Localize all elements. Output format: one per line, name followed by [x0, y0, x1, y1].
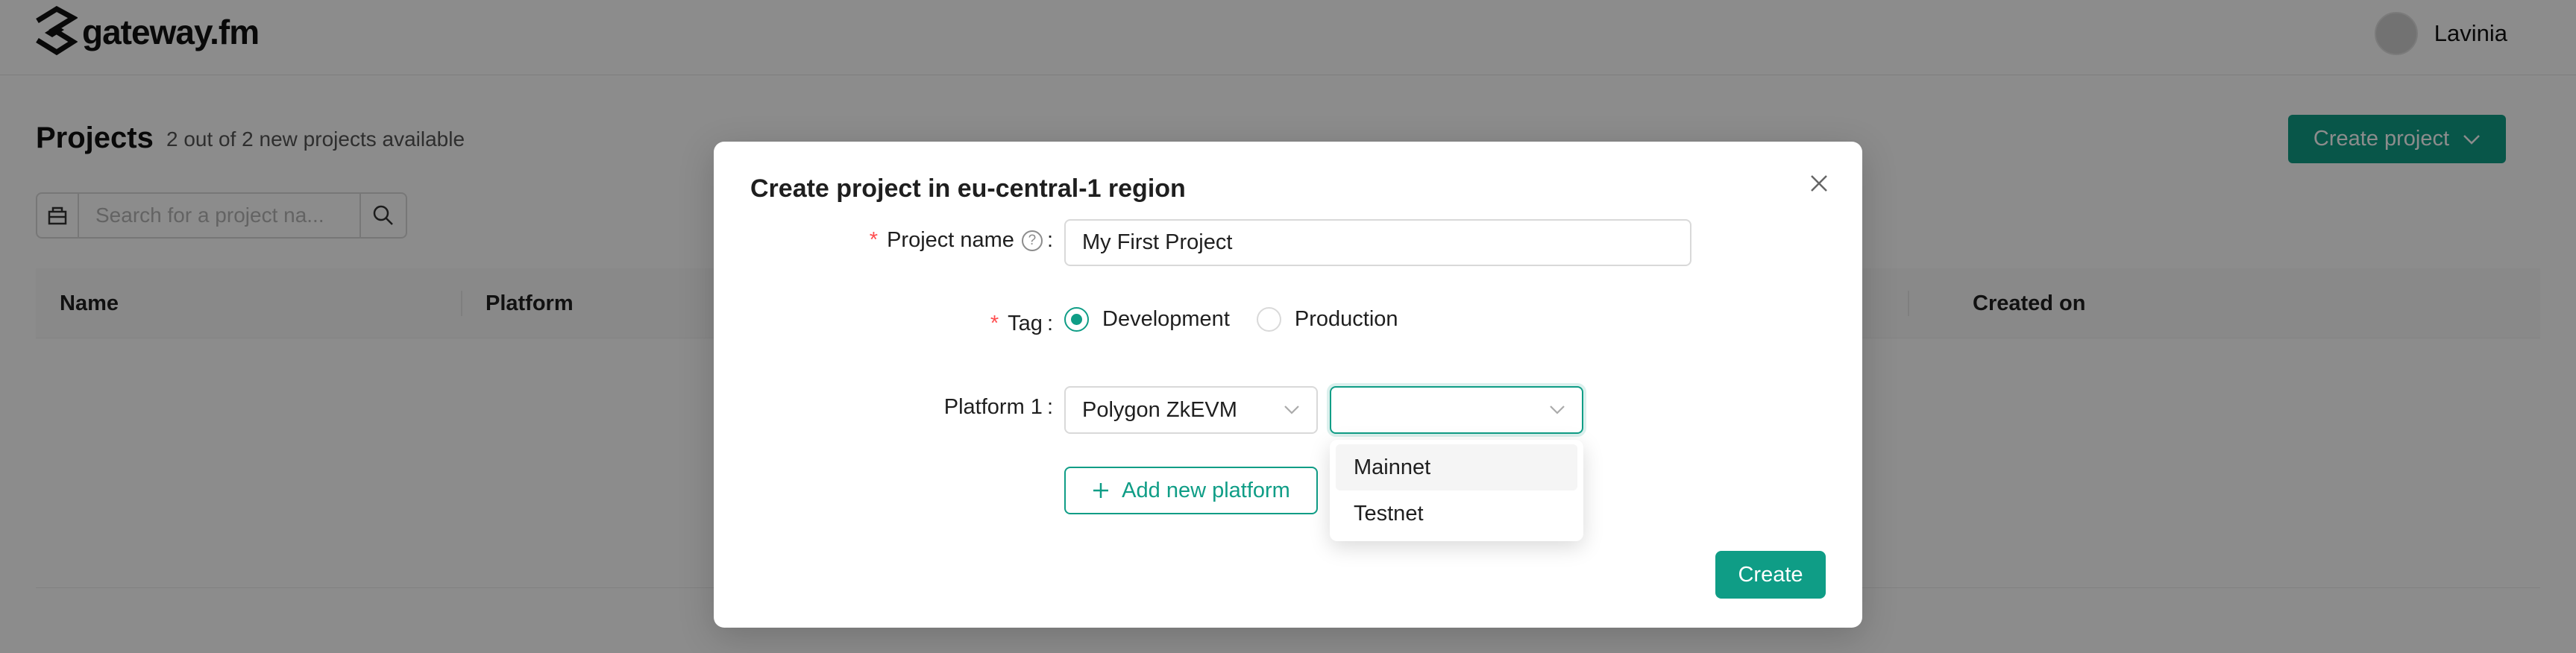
plus-icon	[1093, 483, 1109, 498]
radio-unchecked-icon[interactable]	[1256, 307, 1281, 332]
chevron-down-icon	[1550, 406, 1565, 414]
add-platform-button[interactable]: Add new platform	[1064, 467, 1318, 514]
platform-label: Platform 1 :	[944, 395, 1053, 420]
platform-select[interactable]: Polygon ZkEVM	[1064, 386, 1318, 434]
project-name-input[interactable]: My First Project	[1064, 219, 1691, 266]
question-circle-icon[interactable]: ?	[1021, 230, 1043, 251]
network-dropdown: Mainnet Testnet	[1330, 440, 1583, 541]
project-name-label-text: Project name	[887, 228, 1014, 252]
tag-radio-group: Development Production	[1064, 307, 1425, 332]
required-mark: *	[990, 312, 999, 335]
modal-title: Create project in eu-central-1 region	[750, 174, 1186, 203]
tag-label-text: Tag	[1008, 312, 1043, 335]
radio-production-label: Production	[1294, 307, 1398, 331]
tag-label: * Tag :	[990, 312, 1053, 336]
radio-production[interactable]: Production	[1256, 307, 1398, 332]
label-colon: :	[1046, 395, 1053, 419]
dropdown-option-testnet[interactable]: Testnet	[1336, 490, 1577, 537]
required-mark: *	[869, 228, 879, 252]
platform-select-value: Polygon ZkEVM	[1082, 397, 1237, 422]
network-select[interactable]	[1330, 386, 1583, 434]
radio-development-label: Development	[1102, 307, 1230, 331]
create-project-modal: Create project in eu-central-1 region * …	[714, 142, 1862, 628]
platform-label-text: Platform 1	[943, 395, 1043, 419]
radio-checked-icon[interactable]	[1064, 307, 1089, 332]
radio-development[interactable]: Development	[1064, 307, 1230, 332]
close-icon	[1811, 175, 1827, 192]
close-button[interactable]	[1803, 167, 1835, 200]
chevron-down-icon	[1284, 406, 1299, 414]
dropdown-option-mainnet[interactable]: Mainnet	[1336, 444, 1577, 490]
label-colon: :	[1046, 228, 1053, 252]
create-button[interactable]: Create	[1715, 551, 1826, 599]
label-colon: :	[1046, 312, 1053, 335]
add-platform-label: Add new platform	[1122, 478, 1290, 502]
project-name-label: * Project name ? :	[870, 228, 1053, 253]
